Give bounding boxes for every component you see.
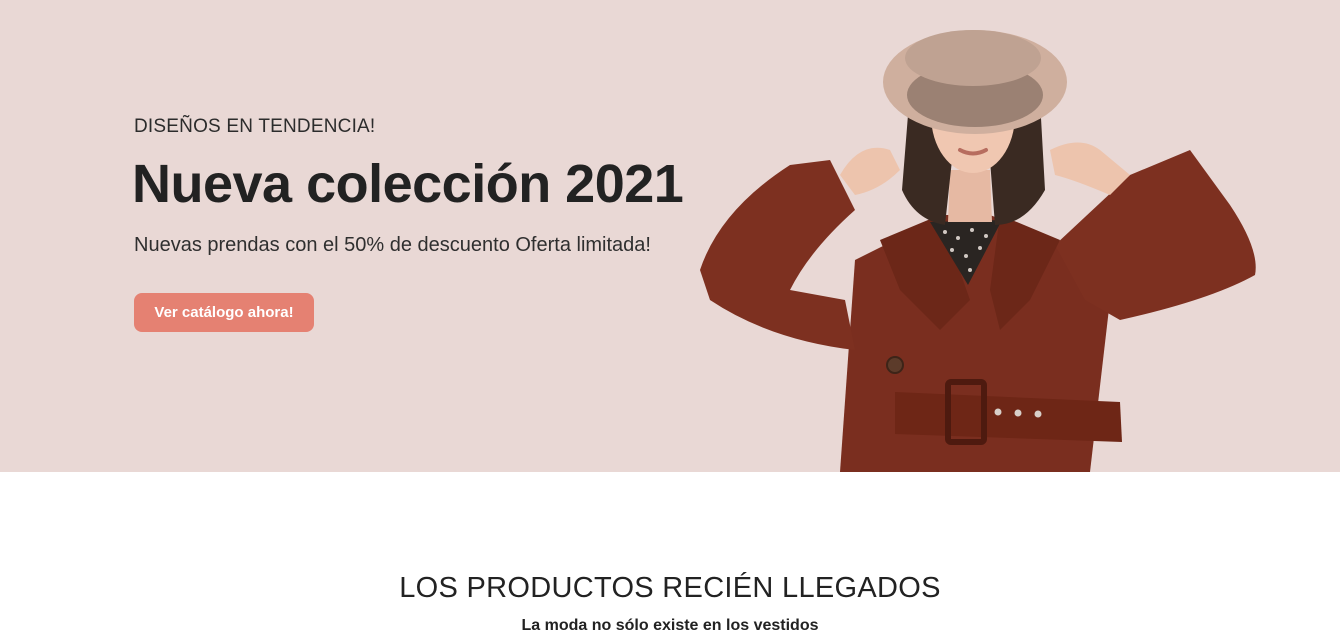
coat-left-sleeve (700, 160, 855, 350)
hero-eyebrow: DISEÑOS EN TENDENCIA! (134, 116, 376, 137)
coat-button (886, 356, 904, 374)
hero-title: Nueva colección 2021 (132, 154, 684, 214)
hat-crown (905, 30, 1041, 86)
hero-banner: DISEÑOS EN TENDENCIA! Nueva colección 20… (0, 0, 1340, 472)
left-hand (840, 147, 900, 195)
section-subtitle: La moda no sólo existe en los vestidos (521, 617, 819, 634)
view-catalog-button[interactable]: Ver catálogo ahora! (134, 293, 314, 332)
fashion-model-image (700, 30, 1256, 472)
hero-subtitle: Nuevas prendas con el 50% de descuento O… (134, 234, 651, 256)
section-title: LOS PRODUCTOS RECIÉN LLEGADOS (399, 572, 941, 604)
neck (948, 170, 992, 222)
